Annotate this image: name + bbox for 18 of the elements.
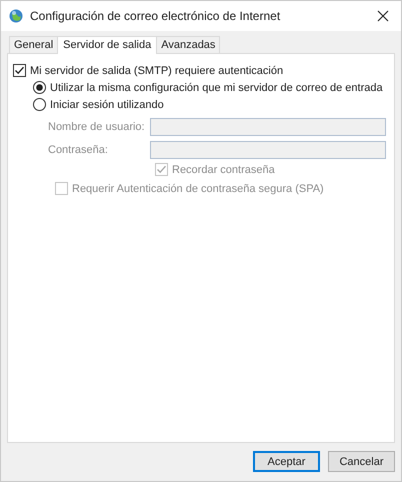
window-title: Configuración de correo electrónico de Internet [30,9,282,23]
dialog-button[interactable]: Cancelar [328,451,395,472]
radio-button[interactable] [33,81,46,94]
tab[interactable]: Avanzadas [156,36,220,53]
radio-label: Iniciar sesión utilizando [50,98,164,110]
checkbox-label: Requerir Autenticación de contraseña segura (SPA) [72,182,324,194]
checkbox[interactable] [13,64,26,77]
checkbox-label: Recordar contraseña [172,164,275,176]
tab[interactable]: Servidor de salida [57,36,158,54]
globe-icon [9,9,23,23]
field-label: Contraseña: [48,144,109,156]
dialog-button[interactable]: Aceptar [253,451,320,472]
tab[interactable]: General [9,36,58,53]
radio-label: Utilizar la misma configuración que mi servidor de correo de entrada [50,82,383,94]
radio-button[interactable] [33,98,46,111]
close-icon[interactable] [377,10,389,22]
field-label: Nombre de usuario: [48,121,146,133]
checkbox-label: Mi servidor de salida (SMTP) requiere autenticación [30,64,284,76]
